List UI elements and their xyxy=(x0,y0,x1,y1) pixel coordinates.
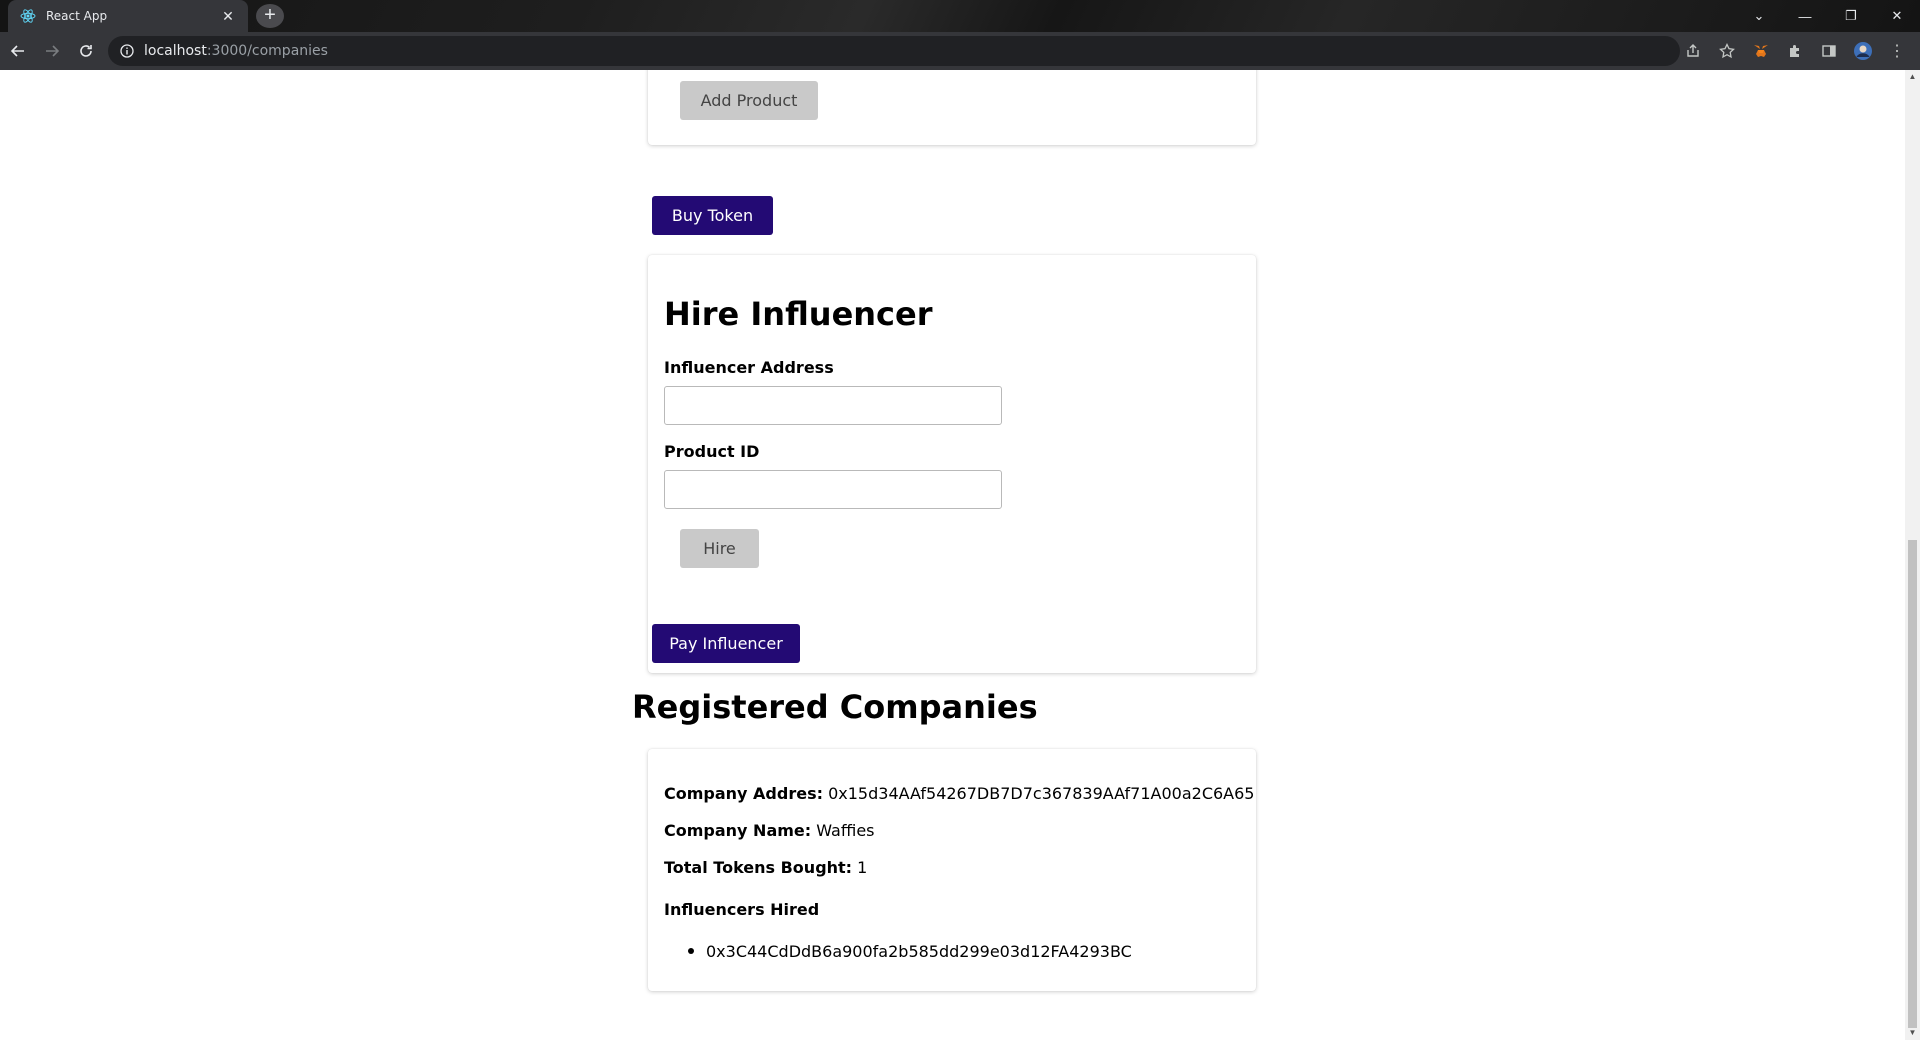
company-address-value: 0x15d34AAf54267DB7D7c367839AAf71A00a2C6A… xyxy=(828,784,1255,803)
influencer-list-item: 0x3C44CdDdB6a900fa2b585dd299e03d12FA4293… xyxy=(688,942,1132,961)
site-info-icon[interactable] xyxy=(120,44,134,58)
scroll-up-icon[interactable]: ▲ xyxy=(1905,70,1920,84)
buy-token-button[interactable]: Buy Token xyxy=(652,196,773,235)
influencers-hired-label: Influencers Hired xyxy=(664,900,819,919)
scroll-down-icon[interactable]: ▼ xyxy=(1905,1026,1920,1040)
company-address-label: Company Addres: xyxy=(664,784,823,803)
company-card: Company Addres: 0x15d34AAf54267DB7D7c367… xyxy=(648,749,1256,991)
url-path: :3000/companies xyxy=(206,43,328,59)
total-tokens-value: 1 xyxy=(857,858,868,877)
page-content: Add Product Buy Token Hire Influencer In… xyxy=(0,70,1905,1040)
address-bar[interactable]: localhost:3000/companies xyxy=(108,36,1680,66)
total-tokens-row: Total Tokens Bought: 1 xyxy=(664,858,867,877)
tab-search-icon[interactable]: ⌄ xyxy=(1736,0,1782,32)
pay-influencer-button[interactable]: Pay Influencer xyxy=(652,624,800,663)
scrollbar-thumb[interactable] xyxy=(1908,540,1917,1028)
influencer-address: 0x3C44CdDdB6a900fa2b585dd299e03d12FA4293… xyxy=(706,942,1132,961)
tab-close-icon[interactable]: ✕ xyxy=(220,8,236,25)
browser-tabbar: React App ✕ + ⌄ — ❐ ✕ xyxy=(0,0,1920,32)
share-icon[interactable] xyxy=(1678,36,1708,66)
page-scrollbar[interactable]: ▲ ▼ xyxy=(1905,70,1920,1040)
product-id-label: Product ID xyxy=(664,442,760,461)
bookmark-star-icon[interactable] xyxy=(1712,36,1742,66)
react-icon xyxy=(20,9,36,23)
product-id-input[interactable] xyxy=(664,470,1002,509)
company-name-row: Company Name: Waffies xyxy=(664,821,875,840)
metamask-icon[interactable] xyxy=(1746,36,1776,66)
back-icon[interactable] xyxy=(2,35,34,67)
influencers-hired-heading: Influencers Hired xyxy=(664,900,820,919)
url-text: localhost:3000/companies xyxy=(144,43,328,59)
new-tab-button[interactable]: + xyxy=(256,4,284,28)
extensions-puzzle-icon[interactable] xyxy=(1780,36,1810,66)
forward-icon[interactable] xyxy=(36,35,68,67)
total-tokens-label: Total Tokens Bought: xyxy=(664,858,853,877)
registered-companies-title: Registered Companies xyxy=(632,688,1038,726)
side-panel-icon[interactable] xyxy=(1814,36,1844,66)
close-window-icon[interactable]: ✕ xyxy=(1874,0,1920,32)
minimize-icon[interactable]: — xyxy=(1782,0,1828,32)
reload-icon[interactable] xyxy=(70,35,102,67)
company-name-label: Company Name: xyxy=(664,821,812,840)
add-product-button[interactable]: Add Product xyxy=(680,81,818,120)
menu-kebab-icon[interactable]: ⋮ xyxy=(1882,36,1912,66)
influencer-address-input[interactable] xyxy=(664,386,1002,425)
company-name-value: Waffies xyxy=(816,821,875,840)
hire-button[interactable]: Hire xyxy=(680,529,759,568)
toolbar-actions: ⋮ xyxy=(1678,36,1912,66)
influencer-address-label: Influencer Address xyxy=(664,358,834,377)
add-product-card: Add Product xyxy=(648,70,1256,145)
hire-influencer-card: Hire Influencer Influencer Address Produ… xyxy=(648,255,1256,673)
restore-icon[interactable]: ❐ xyxy=(1828,0,1874,32)
bullet-icon xyxy=(688,947,694,954)
window-controls: ⌄ — ❐ ✕ xyxy=(1736,0,1920,32)
profile-avatar-icon[interactable] xyxy=(1848,36,1878,66)
url-host: localhost xyxy=(144,43,207,59)
hire-influencer-title: Hire Influencer xyxy=(664,295,933,333)
tab-title: React App xyxy=(46,9,108,23)
browser-tab[interactable]: React App ✕ xyxy=(8,0,248,32)
browser-toolbar: localhost:3000/companies ⋮ xyxy=(0,32,1920,70)
company-address-row: Company Addres: 0x15d34AAf54267DB7D7c367… xyxy=(664,784,1254,803)
